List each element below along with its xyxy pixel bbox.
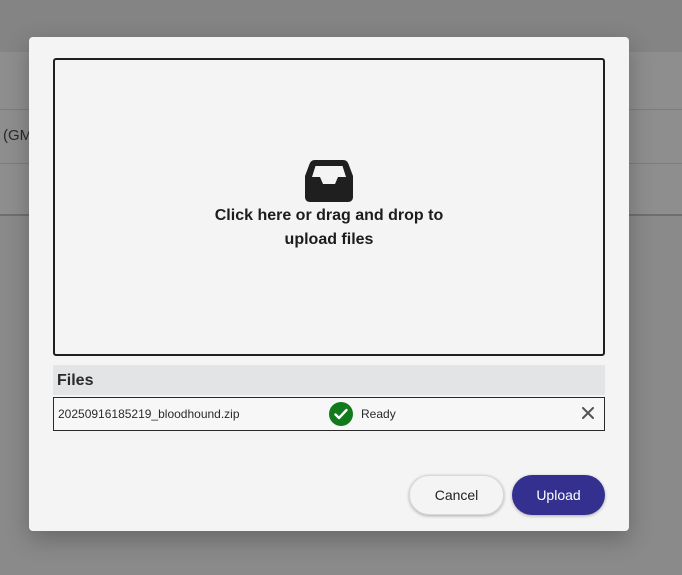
check-circle-icon: [329, 402, 353, 426]
remove-file-button[interactable]: [580, 405, 596, 421]
file-list-item: 20250916185219_bloodhound.zip Ready: [53, 397, 605, 431]
files-section-header: Files: [53, 365, 605, 395]
dropzone-instructions: Click here or drag and drop to upload fi…: [214, 207, 444, 248]
file-status: Ready: [361, 407, 396, 421]
upload-dialog: Click here or drag and drop to upload fi…: [29, 37, 629, 531]
upload-button[interactable]: Upload: [512, 475, 605, 515]
cancel-button[interactable]: Cancel: [409, 475, 504, 515]
file-name: 20250916185219_bloodhound.zip: [58, 407, 240, 421]
inbox-icon: [305, 160, 353, 202]
background-partial-text: (GM: [3, 127, 33, 144]
close-icon: [582, 407, 594, 419]
file-dropzone[interactable]: Click here or drag and drop to upload fi…: [53, 58, 605, 356]
